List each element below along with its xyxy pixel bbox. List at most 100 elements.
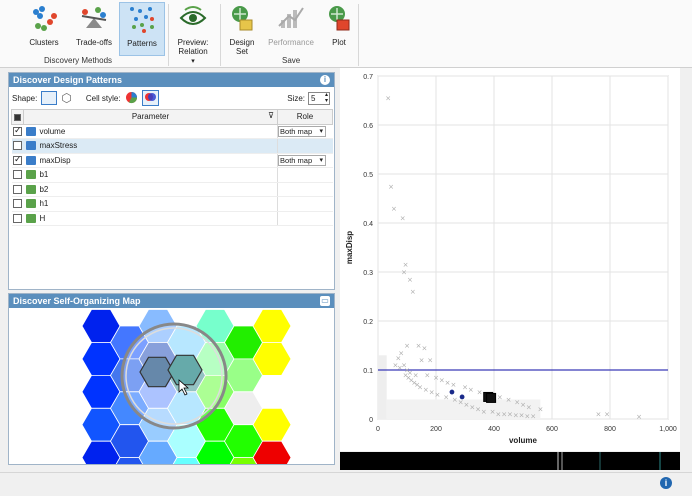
y-tick-label: 0.4 — [363, 221, 373, 228]
parameter-column-label: Parameter — [131, 112, 170, 122]
status-bar: i — [0, 472, 692, 496]
patterns-button[interactable]: Patterns — [119, 2, 165, 56]
info-icon[interactable]: i — [660, 477, 672, 489]
restore-icon[interactable]: ▭ — [320, 296, 330, 306]
parameter-name: h1 — [39, 199, 49, 209]
pattern-toolbar: Shape: ⬡ Cell style: Size: 5 ▴ ▾ — [9, 87, 334, 109]
pie-style-icon[interactable] — [125, 91, 138, 106]
row-checkbox[interactable] — [12, 141, 22, 151]
patterns-icon — [126, 3, 158, 35]
design-patterns-panel: Discover Design Patterns i Shape: ⬡ Cell… — [8, 72, 335, 290]
parameter-column-header[interactable]: Parameter ⊽ — [22, 109, 279, 125]
size-label: Size: — [287, 93, 305, 103]
som-map[interactable] — [9, 308, 334, 491]
clusters-button[interactable]: Clusters — [24, 2, 64, 56]
clusters-label: Clusters — [29, 38, 59, 47]
selected-point — [486, 392, 497, 403]
row-checkbox[interactable] — [12, 170, 22, 180]
table-header-row: Parameter ⊽ Role — [11, 109, 333, 125]
cell-style-label: Cell style: — [85, 93, 121, 103]
spinner-arrows-icon[interactable]: ▴ ▾ — [325, 92, 328, 104]
info-icon[interactable]: i — [320, 75, 330, 85]
size-spinner[interactable]: 5 ▴ ▾ — [308, 91, 330, 105]
select-all-checkbox[interactable] — [13, 113, 21, 121]
discovery-methods-group-label: Discovery Methods — [44, 56, 113, 65]
table-row[interactable]: h1 — [11, 196, 333, 212]
patterns-label: Patterns — [127, 39, 157, 48]
data-point: × — [595, 411, 601, 419]
ribbon-clipped-button[interactable] — [0, 2, 10, 56]
row-checkbox[interactable] — [12, 199, 22, 209]
table-row[interactable]: b1 — [11, 167, 333, 183]
performance-label: Performance — [268, 38, 314, 47]
selected-point — [449, 389, 455, 395]
table-row[interactable]: b2 — [11, 182, 333, 197]
table-row[interactable]: maxStress — [11, 138, 333, 154]
hexagon-shape-icon[interactable]: ⬡ — [61, 91, 71, 105]
y-axis-label: maxDisp — [345, 231, 354, 264]
role-dropdown[interactable]: Both map — [278, 154, 327, 166]
role-cell[interactable]: Both map — [277, 124, 333, 139]
input-parameter-icon — [26, 184, 37, 194]
role-cell[interactable] — [277, 196, 333, 212]
row-checkbox[interactable] — [12, 125, 22, 136]
input-parameter-icon — [26, 213, 37, 223]
x-tick-label: 600 — [546, 426, 558, 433]
tradeoffs-icon — [78, 2, 110, 34]
x-tick-label: 1,000 — [659, 426, 677, 433]
scatter-chart[interactable]: 0 200 400 600 800 1,000 0 0.1 0.2 0.3 0.4 0.5 0.6 0.7… — [340, 68, 680, 451]
filter-icon[interactable]: ⊽ — [268, 111, 274, 120]
data-point: × — [506, 396, 512, 404]
plot-button[interactable]: Plot — [324, 2, 354, 56]
tradeoffs-button[interactable]: Trade-offs — [72, 2, 116, 56]
role-cell[interactable] — [277, 211, 333, 226]
table-row[interactable]: volume Both map — [11, 124, 333, 139]
data-point: × — [404, 342, 410, 350]
role-cell[interactable] — [277, 167, 333, 183]
row-checkbox-cell — [11, 167, 24, 183]
row-checkbox-cell — [11, 182, 24, 197]
app-window: Clusters Trade-offs Patterns Preview: Re… — [0, 0, 692, 496]
square-shape-icon[interactable] — [41, 91, 58, 105]
role-dropdown[interactable]: Both map — [278, 125, 327, 137]
parallel-coords-strip[interactable] — [340, 452, 680, 470]
data-point: × — [477, 389, 483, 397]
performance-button[interactable]: Performance — [264, 2, 318, 56]
select-all-checkbox-header[interactable] — [11, 109, 24, 125]
input-parameter-icon — [26, 170, 37, 180]
data-point: × — [604, 411, 610, 419]
role-cell[interactable] — [277, 138, 333, 154]
row-checkbox[interactable] — [12, 154, 22, 165]
row-checkbox[interactable] — [12, 184, 22, 194]
table-row[interactable]: H — [11, 211, 333, 226]
parameter-cell: maxStress — [23, 138, 278, 154]
design-set-button[interactable]: Design Set — [224, 2, 260, 56]
role-cell[interactable]: Both map — [277, 153, 333, 168]
input-parameter-icon — [26, 199, 37, 209]
data-point: × — [424, 371, 430, 379]
table-row[interactable]: maxDisp Both map — [11, 153, 333, 168]
size-value: 5 — [311, 93, 316, 103]
chevron-down-icon[interactable]: ▾ — [191, 57, 195, 65]
data-point: × — [410, 288, 416, 296]
data-point: × — [497, 393, 503, 401]
performance-icon — [275, 2, 307, 34]
y-tick-label: 0 — [369, 417, 373, 424]
data-point: × — [435, 391, 441, 399]
overlap-style-icon[interactable] — [141, 90, 159, 106]
y-tick-label: 0.5 — [363, 172, 373, 179]
row-checkbox[interactable] — [12, 213, 22, 223]
data-point: × — [450, 381, 456, 389]
data-point: × — [419, 357, 425, 365]
row-checkbox-cell — [11, 196, 24, 212]
parameter-name: volume — [39, 126, 66, 136]
design-set-icon — [226, 2, 258, 34]
output-parameter-icon — [26, 126, 37, 136]
role-cell[interactable] — [277, 182, 333, 197]
preview-relation-button[interactable]: Preview: Relation ▾ — [172, 2, 214, 65]
selected-point — [459, 394, 465, 400]
role-column-header[interactable]: Role — [277, 109, 333, 125]
y-tick-label: 0.1 — [363, 368, 373, 375]
panel-title: Discover Self-Organizing Map — [13, 296, 141, 306]
size-control: Size: 5 ▴ ▾ — [287, 91, 330, 105]
